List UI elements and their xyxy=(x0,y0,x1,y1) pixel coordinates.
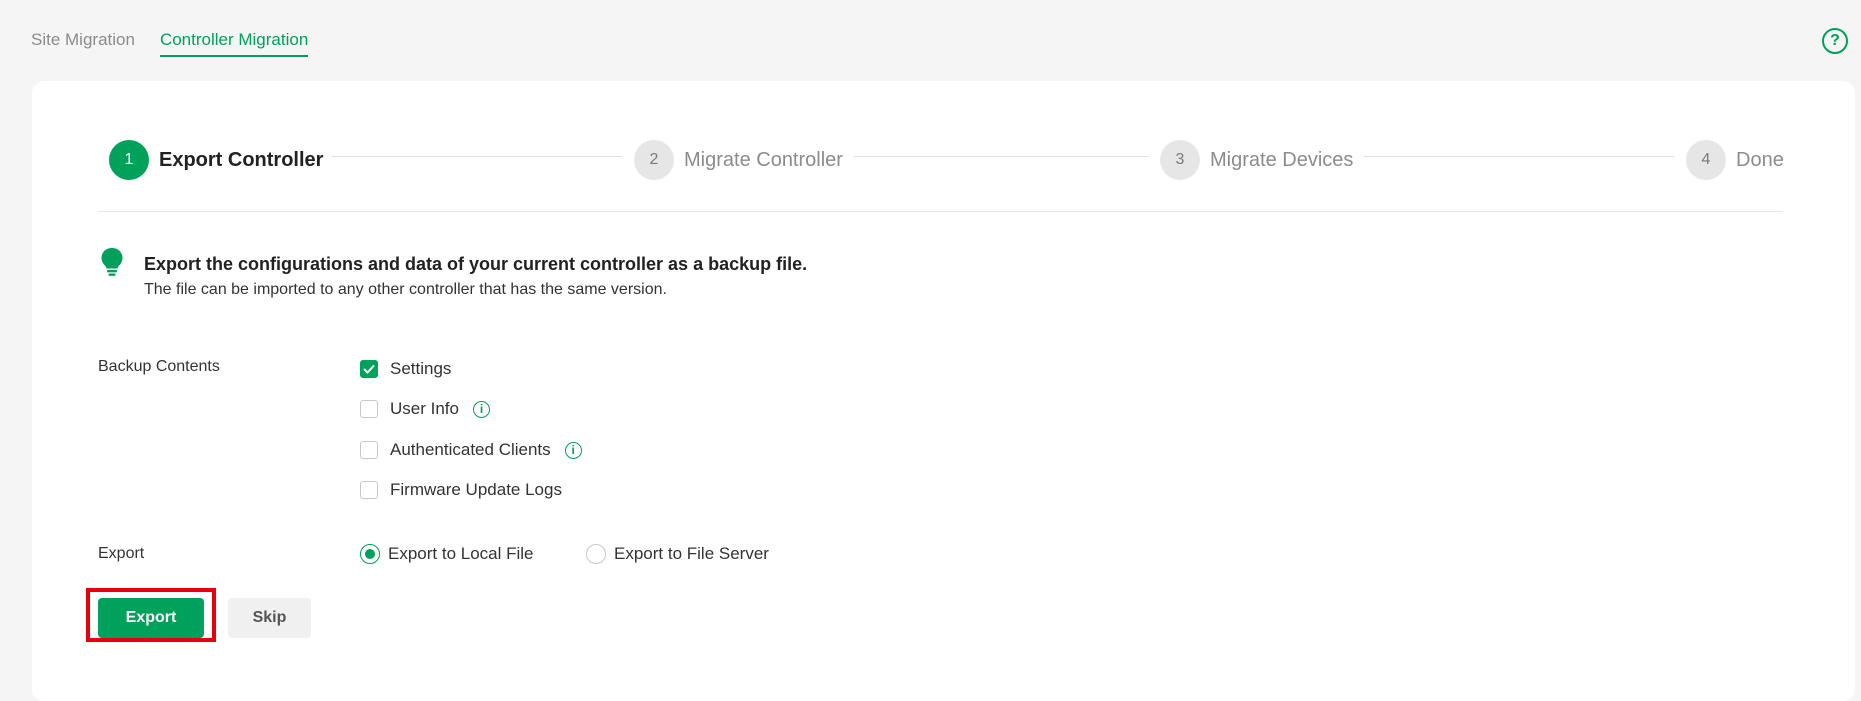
step-connector xyxy=(1364,156,1675,157)
info-icon[interactable]: i xyxy=(472,400,490,418)
checkbox-label: Authenticated Clients xyxy=(390,440,551,459)
authenticated-clients-checkbox[interactable]: Authenticated Clients i xyxy=(360,440,582,460)
radio-label: Export to File Server xyxy=(614,544,769,563)
tab-site-migration[interactable]: Site Migration xyxy=(31,30,135,57)
checkbox-box[interactable] xyxy=(360,441,378,459)
checkbox-box[interactable] xyxy=(360,481,378,499)
checkbox-label: Firmware Update Logs xyxy=(390,480,562,499)
checkbox-label: Settings xyxy=(390,359,452,378)
step-number: 1 xyxy=(109,140,149,180)
step-label: Export Controller xyxy=(159,148,324,171)
step-migrate-devices: 3 Migrate Devices xyxy=(1160,140,1353,180)
user-info-checkbox[interactable]: User Info i xyxy=(360,399,490,419)
radio-button[interactable] xyxy=(586,544,606,564)
tab-controller-migration[interactable]: Controller Migration xyxy=(159,30,309,57)
check-icon xyxy=(363,364,375,374)
settings-checkbox[interactable]: Settings xyxy=(360,359,451,379)
radio-label: Export to Local File xyxy=(388,544,534,563)
export-label: Export xyxy=(98,545,145,562)
checkbox-box[interactable] xyxy=(360,360,378,378)
export-file-server-radio[interactable]: Export to File Server xyxy=(586,544,769,564)
export-local-radio[interactable]: Export to Local File xyxy=(360,544,534,564)
step-export-controller: 1 Export Controller xyxy=(109,140,323,180)
checkbox-box[interactable] xyxy=(360,400,378,418)
skip-button[interactable]: Skip xyxy=(228,598,311,638)
export-button[interactable]: Export xyxy=(98,598,204,638)
migration-tabs: Site Migration Controller Migration xyxy=(31,30,309,57)
stepper-divider xyxy=(98,211,1783,212)
step-label: Done xyxy=(1736,148,1784,171)
step-number: 2 xyxy=(634,140,674,180)
step-label: Migrate Controller xyxy=(684,148,843,171)
step-migrate-controller: 2 Migrate Controller xyxy=(634,140,843,180)
backup-contents-label: Backup Contents xyxy=(98,358,220,375)
step-done: 4 Done xyxy=(1686,140,1784,180)
question-circle-icon[interactable]: ? xyxy=(1822,28,1848,54)
step-number: 3 xyxy=(1160,140,1200,180)
checkbox-label: User Info xyxy=(390,399,459,418)
tip-subtitle: The file can be imported to any other co… xyxy=(144,281,667,298)
info-icon[interactable]: i xyxy=(564,441,582,459)
lightbulb-icon xyxy=(101,248,123,276)
firmware-update-logs-checkbox[interactable]: Firmware Update Logs xyxy=(360,480,562,500)
step-number: 4 xyxy=(1686,140,1726,180)
step-label: Migrate Devices xyxy=(1210,148,1354,171)
step-connector xyxy=(853,156,1149,157)
tip-title: Export the configurations and data of yo… xyxy=(144,254,808,274)
radio-button[interactable] xyxy=(360,544,380,564)
step-connector xyxy=(332,156,622,157)
